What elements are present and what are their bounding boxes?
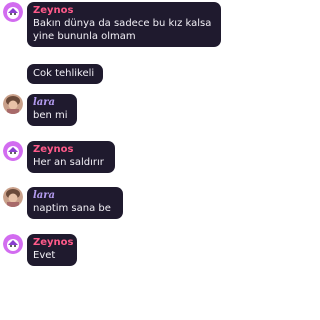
message-text: Her an saldırır bbox=[33, 157, 104, 168]
zeynos-avatar-icon[interactable] bbox=[3, 2, 23, 22]
author-name[interactable]: Zeynos bbox=[33, 5, 215, 17]
author-name[interactable]: lara bbox=[33, 190, 117, 202]
message-text: Evet bbox=[33, 250, 56, 261]
message-text: naptim sana be bbox=[33, 203, 111, 214]
lara-avatar-icon[interactable] bbox=[3, 187, 23, 207]
lara-avatar-icon[interactable] bbox=[3, 94, 23, 114]
message-text: Cok tehlikeli bbox=[33, 68, 95, 79]
zeynos-avatar-icon[interactable] bbox=[3, 234, 23, 254]
message-text: Bakın dünya da sadece bu kız kalsa yine … bbox=[33, 18, 215, 42]
author-name[interactable]: Zeynos bbox=[33, 144, 109, 156]
message-bubble: lara naptim sana be bbox=[27, 187, 123, 219]
author-name[interactable]: lara bbox=[33, 97, 71, 109]
message-bubble: Zeynos Evet bbox=[27, 234, 77, 266]
chat-thread: Zeynos Bakın dünya da sadece bu kız kals… bbox=[0, 0, 252, 320]
zeynos-avatar-icon[interactable] bbox=[3, 141, 23, 161]
message-bubble: lara ben mi bbox=[27, 94, 77, 126]
message-bubble: Zeynos Bakın dünya da sadece bu kız kals… bbox=[27, 2, 221, 47]
message-bubble: Cok tehlikeli bbox=[27, 64, 103, 84]
author-name[interactable]: Zeynos bbox=[33, 237, 74, 249]
message-text: ben mi bbox=[33, 110, 68, 121]
message-bubble: Zeynos Her an saldırır bbox=[27, 141, 115, 173]
